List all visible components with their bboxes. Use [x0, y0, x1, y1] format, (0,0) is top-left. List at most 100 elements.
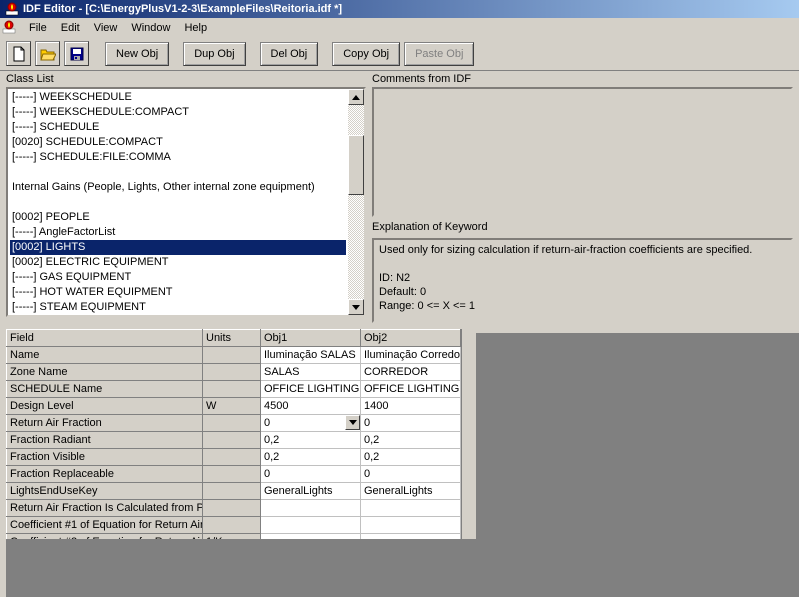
explanation-label: Explanation of Keyword	[372, 221, 793, 233]
cell-obj2[interactable]: 0	[361, 466, 461, 483]
table-row: Design LevelW45001400	[7, 398, 461, 415]
cell-obj1[interactable]	[261, 517, 361, 534]
list-item[interactable]: [0002] LIGHTS	[10, 240, 346, 255]
scroll-thumb[interactable]	[348, 135, 364, 195]
cell-obj2[interactable]: 0,2	[361, 432, 461, 449]
menu-help[interactable]: Help	[177, 20, 214, 36]
comments-label: Comments from IDF	[372, 73, 793, 85]
class-list-box[interactable]: [-----] WEEKSCHEDULE[-----] WEEKSCHEDULE…	[6, 87, 366, 317]
toolbar: New Obj Dup Obj Del Obj Copy Obj Paste O…	[0, 37, 799, 71]
col-units[interactable]: Units	[203, 330, 261, 347]
field-units	[203, 432, 261, 449]
cell-obj1[interactable]: GeneralLights	[261, 483, 361, 500]
list-item[interactable]: Internal Gains (People, Lights, Other in…	[10, 180, 346, 195]
cell-obj2[interactable]: 0	[361, 415, 461, 432]
cell-obj1[interactable]: OFFICE LIGHTING	[261, 381, 361, 398]
field-name[interactable]: Fraction Replaceable	[7, 466, 203, 483]
field-name[interactable]: Return Air Fraction	[7, 415, 203, 432]
table-row: LightsEndUseKey GeneralLightsGeneralLight…	[7, 483, 461, 500]
cell-obj1[interactable]	[261, 500, 361, 517]
list-item[interactable]: [-----] WEEKSCHEDULE:COMPACT	[10, 105, 346, 120]
field-name[interactable]: Coefficient #1 of Equation for Return Ai…	[7, 517, 203, 534]
list-item[interactable]: [-----] STEAM EQUIPMENT	[10, 300, 346, 315]
new-obj-button[interactable]: New Obj	[105, 42, 169, 66]
cell-obj1[interactable]: 0,2	[261, 449, 361, 466]
cell-obj1[interactable]: Iluminação SALAS	[261, 347, 361, 364]
explanation-line4: Range: 0 <= X <= 1	[379, 299, 786, 313]
save-file-button[interactable]	[64, 41, 89, 66]
scroll-down-icon[interactable]	[348, 299, 364, 315]
app-icon	[4, 1, 20, 17]
cell-obj2[interactable]	[361, 517, 461, 534]
col-obj1[interactable]: Obj1	[261, 330, 361, 347]
table-row: SCHEDULE Name OFFICE LIGHTINGOFFICE LIGHT…	[7, 381, 461, 398]
col-obj2[interactable]: Obj2	[361, 330, 461, 347]
table-row: Zone Name SALASCORREDOR	[7, 364, 461, 381]
cell-obj2[interactable]: 0,2	[361, 449, 461, 466]
open-file-button[interactable]	[35, 41, 60, 66]
cell-obj1[interactable]: 0	[261, 415, 361, 432]
mdi-icon	[2, 20, 18, 36]
field-name[interactable]: Fraction Radiant	[7, 432, 203, 449]
object-grid[interactable]: Field Units Obj1 Obj2 Name Iluminação SAL…	[6, 329, 462, 552]
field-units: W	[203, 398, 261, 415]
scroll-up-icon[interactable]	[348, 89, 364, 105]
new-file-button[interactable]	[6, 41, 31, 66]
cell-obj2[interactable]	[361, 500, 461, 517]
explanation-line1: Used only for sizing calculation if retu…	[379, 243, 786, 257]
explanation-line3: Default: 0	[379, 285, 786, 299]
table-row: Fraction Replaceable 00	[7, 466, 461, 483]
field-units	[203, 364, 261, 381]
cell-obj2[interactable]: OFFICE LIGHTING	[361, 381, 461, 398]
dup-obj-button[interactable]: Dup Obj	[183, 42, 245, 66]
list-item[interactable]: [0002] ELECTRIC EQUIPMENT	[10, 255, 346, 270]
menu-edit[interactable]: Edit	[54, 20, 87, 36]
list-item[interactable]: [0002] PEOPLE	[10, 210, 346, 225]
list-item[interactable]: [-----] WEEKSCHEDULE	[10, 90, 346, 105]
list-item[interactable]: [-----] SCHEDULE	[10, 120, 346, 135]
field-name[interactable]: Return Air Fraction Is Calculated from P…	[7, 500, 203, 517]
list-item[interactable]: [-----] HOT WATER EQUIPMENT	[10, 285, 346, 300]
table-row: Name Iluminação SALASIluminação Corredor	[7, 347, 461, 364]
table-row: Coefficient #1 of Equation for Return Ai…	[7, 517, 461, 534]
list-item[interactable]: [0020] SCHEDULE:COMPACT	[10, 135, 346, 150]
field-name[interactable]: LightsEndUseKey	[7, 483, 203, 500]
cell-obj2[interactable]: GeneralLights	[361, 483, 461, 500]
chevron-down-icon[interactable]	[345, 415, 360, 430]
list-item[interactable]: [-----] GAS EQUIPMENT	[10, 270, 346, 285]
grid-header-row: Field Units Obj1 Obj2	[7, 330, 461, 347]
menu-view[interactable]: View	[87, 20, 125, 36]
titlebar: IDF Editor - [C:\EnergyPlusV1-2-3\Exampl…	[0, 0, 799, 18]
field-name[interactable]: Zone Name	[7, 364, 203, 381]
list-item[interactable]: [-----] OTHER EQUIPMENT	[10, 315, 346, 317]
class-list-label: Class List	[6, 73, 366, 85]
del-obj-button[interactable]: Del Obj	[260, 42, 319, 66]
bottom-strip	[6, 539, 799, 597]
field-name[interactable]: Design Level	[7, 398, 203, 415]
list-item	[10, 165, 346, 180]
paste-obj-button[interactable]: Paste Obj	[404, 42, 474, 66]
menu-window[interactable]: Window	[124, 20, 177, 36]
field-name[interactable]: Fraction Visible	[7, 449, 203, 466]
comments-box[interactable]	[372, 87, 793, 217]
cell-obj2[interactable]: CORREDOR	[361, 364, 461, 381]
field-name[interactable]: SCHEDULE Name	[7, 381, 203, 398]
menu-file[interactable]: File	[22, 20, 54, 36]
table-row: Return Air Fraction Is Calculated from P…	[7, 500, 461, 517]
list-item[interactable]: [-----] SCHEDULE:FILE:COMMA	[10, 150, 346, 165]
cell-obj2[interactable]: 1400	[361, 398, 461, 415]
cell-obj2[interactable]: Iluminação Corredor	[361, 347, 461, 364]
scrollbar[interactable]	[348, 89, 364, 315]
table-row: Fraction Radiant 0,20,2	[7, 432, 461, 449]
field-name[interactable]: Name	[7, 347, 203, 364]
cell-obj1[interactable]: 0,2	[261, 432, 361, 449]
list-item[interactable]: [-----] AngleFactorList	[10, 225, 346, 240]
field-units	[203, 466, 261, 483]
col-field[interactable]: Field	[7, 330, 203, 347]
cell-obj1[interactable]: 0	[261, 466, 361, 483]
list-item	[10, 195, 346, 210]
table-row: Fraction Visible 0,20,2	[7, 449, 461, 466]
cell-obj1[interactable]: 4500	[261, 398, 361, 415]
copy-obj-button[interactable]: Copy Obj	[332, 42, 400, 66]
cell-obj1[interactable]: SALAS	[261, 364, 361, 381]
